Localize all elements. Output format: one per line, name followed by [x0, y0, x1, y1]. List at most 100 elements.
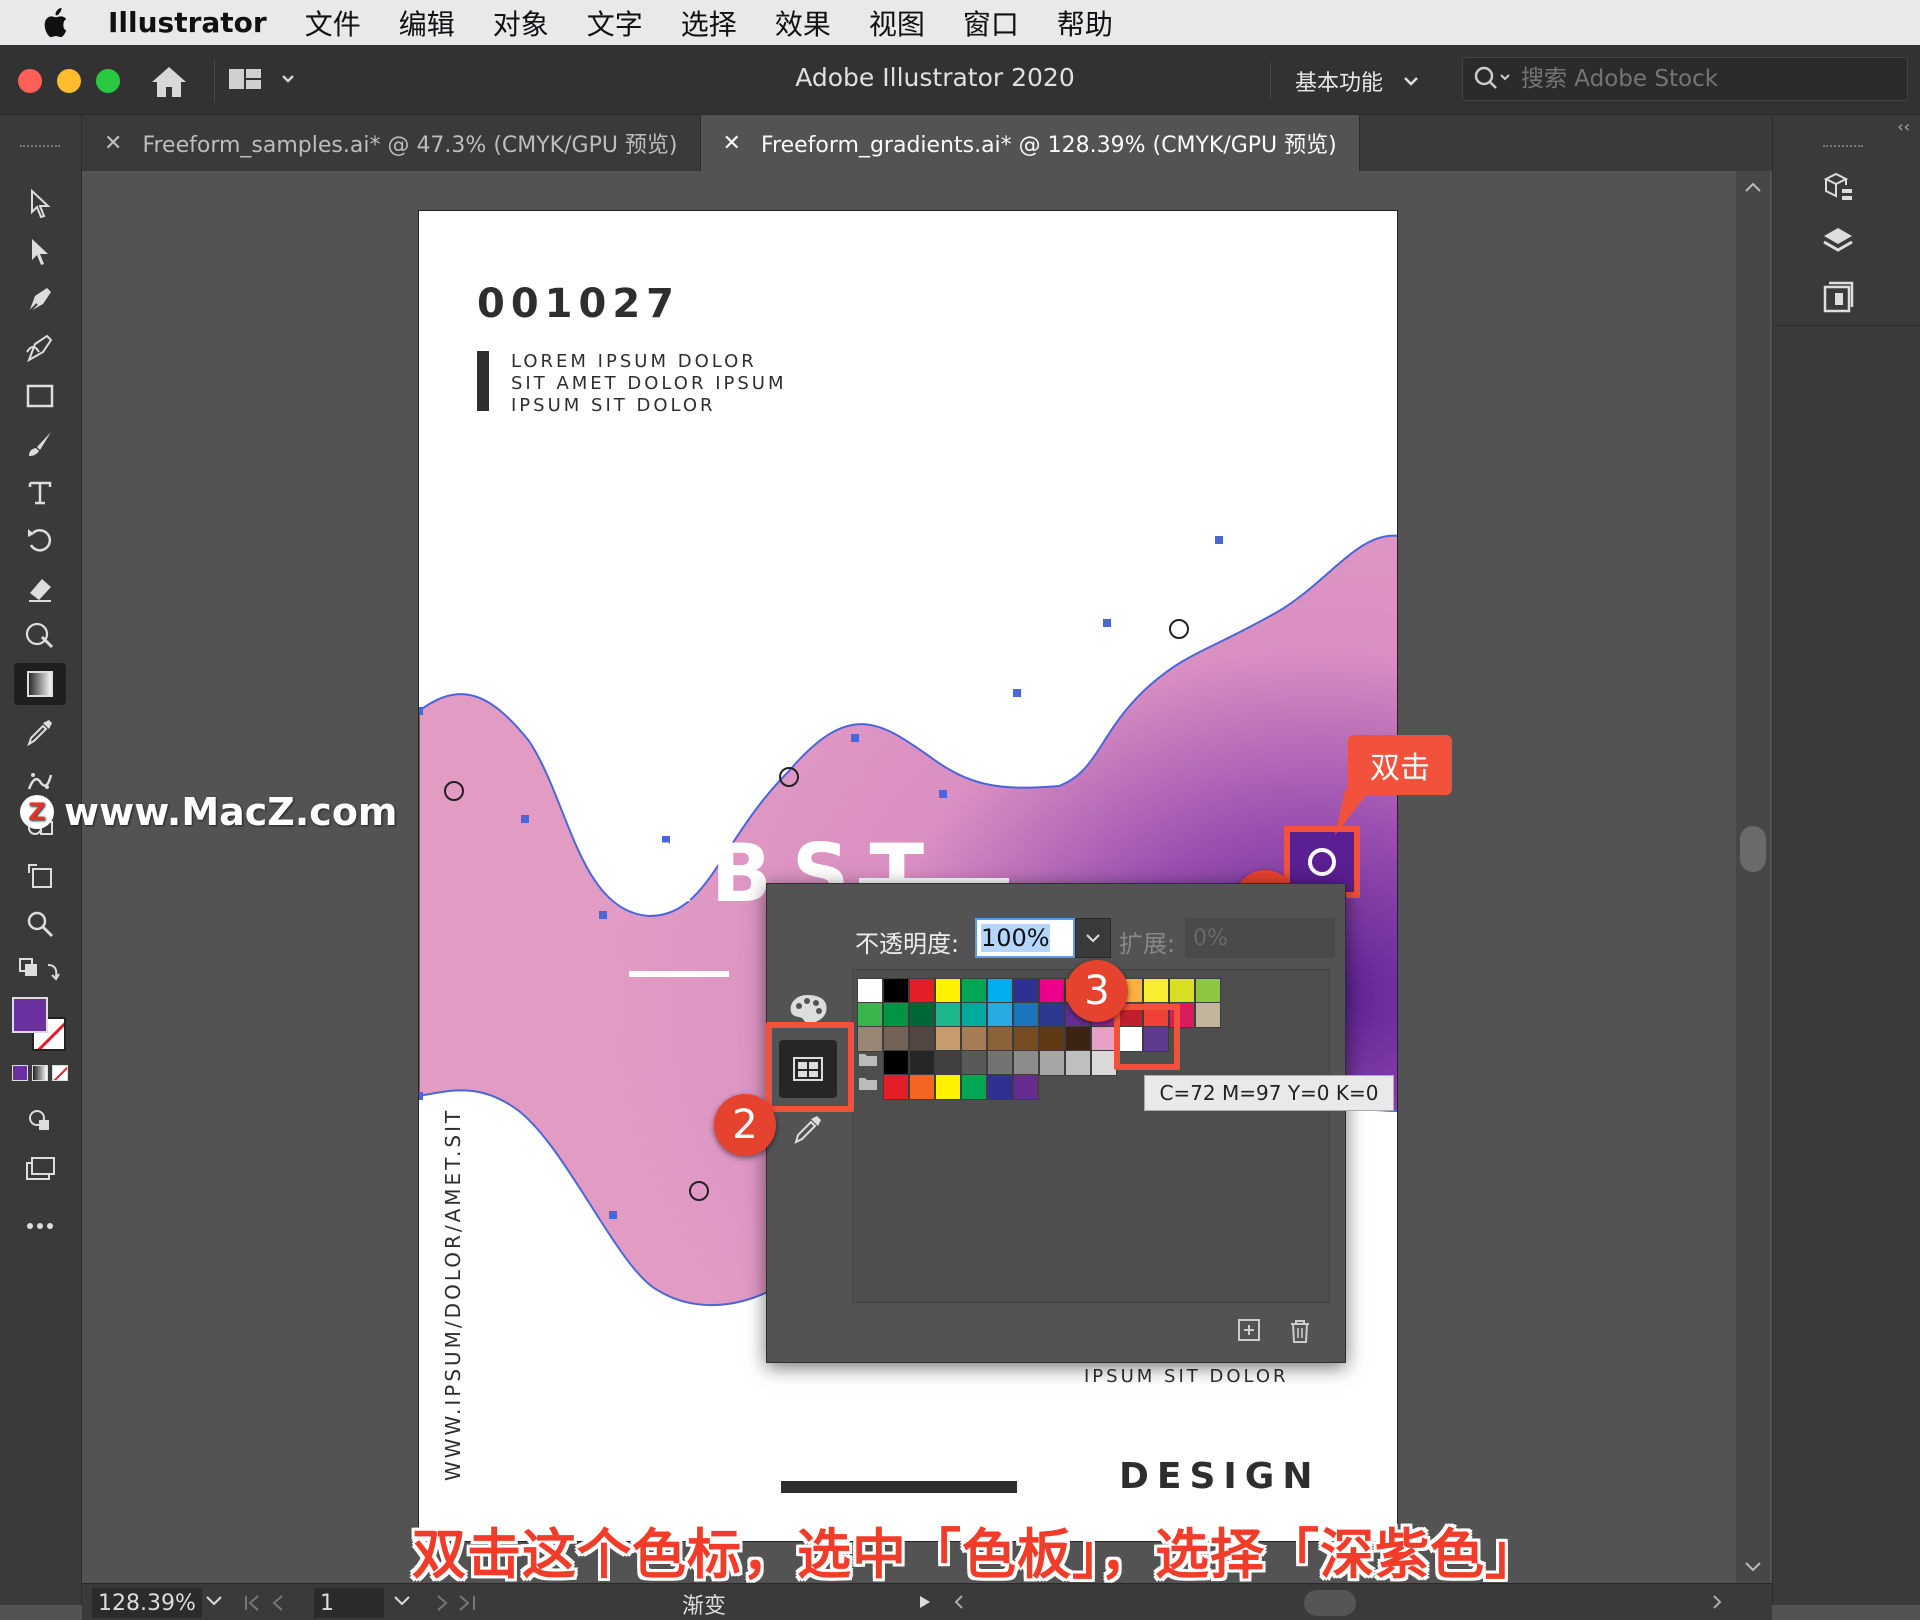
- menu-effect[interactable]: 效果: [775, 3, 831, 43]
- scroll-up-icon[interactable]: [1744, 181, 1762, 193]
- delete-swatch-icon[interactable]: [1285, 1316, 1315, 1346]
- color-swatch[interactable]: [857, 978, 883, 1004]
- color-swatch[interactable]: [883, 1026, 909, 1052]
- color-swatch[interactable]: [1065, 1026, 1091, 1052]
- color-swatch[interactable]: [1065, 1050, 1091, 1076]
- stock-search-box[interactable]: [1462, 57, 1908, 101]
- opacity-field[interactable]: 100%: [975, 918, 1075, 958]
- rotate-tool-icon[interactable]: [14, 519, 66, 561]
- selection-tool-icon[interactable]: [14, 183, 66, 225]
- scroll-right-icon[interactable]: [1710, 1594, 1724, 1610]
- color-swatch[interactable]: [909, 1050, 935, 1076]
- scroll-down-icon[interactable]: [1744, 1561, 1762, 1573]
- app-menu[interactable]: Illustrator: [108, 6, 267, 39]
- color-swatch[interactable]: [987, 1002, 1013, 1028]
- scroll-thumb[interactable]: [1740, 826, 1766, 872]
- gradient-tool-icon[interactable]: [14, 663, 66, 705]
- menu-edit[interactable]: 编辑: [399, 3, 455, 43]
- artboard-dropdown-icon[interactable]: [392, 1594, 412, 1608]
- color-swatch[interactable]: [1013, 1002, 1039, 1028]
- color-swatch[interactable]: [1195, 1002, 1221, 1028]
- direct-selection-tool-icon[interactable]: [14, 231, 66, 273]
- color-swatch[interactable]: [987, 1026, 1013, 1052]
- pen-tool-icon[interactable]: [14, 279, 66, 321]
- menu-window[interactable]: 窗口: [963, 3, 1019, 43]
- stock-search-input[interactable]: [1521, 66, 1901, 92]
- color-swatch[interactable]: [1013, 1074, 1039, 1100]
- first-prev-artboard-icon[interactable]: [242, 1594, 302, 1612]
- vertical-scrollbar[interactable]: [1736, 171, 1770, 1583]
- color-swatch[interactable]: [1039, 1002, 1065, 1028]
- scroll-left-icon[interactable]: [952, 1594, 966, 1610]
- color-swatch[interactable]: [961, 1050, 987, 1076]
- zoom-dropdown-icon[interactable]: [204, 1594, 224, 1608]
- close-tab-icon[interactable]: ✕: [723, 131, 741, 156]
- menu-type[interactable]: 文字: [587, 3, 643, 43]
- color-swatch[interactable]: [883, 1050, 909, 1076]
- color-swatch[interactable]: [857, 1002, 883, 1028]
- color-swatch[interactable]: [1013, 1050, 1039, 1076]
- color-swatch[interactable]: [909, 1074, 935, 1100]
- status-menu-icon[interactable]: [918, 1594, 932, 1610]
- color-swatch[interactable]: [987, 1050, 1013, 1076]
- fill-stroke-widget[interactable]: [10, 995, 72, 1057]
- menu-view[interactable]: 视图: [869, 3, 925, 43]
- none-mode-icon[interactable]: [52, 1065, 68, 1081]
- horizontal-scroll-thumb[interactable]: [1304, 1590, 1356, 1616]
- tab-freeform-samples[interactable]: ✕ Freeform_samples.ai* @ 47.3% (CMYK/GPU…: [82, 115, 701, 171]
- zoom-level-field[interactable]: 128.39%: [92, 1588, 202, 1618]
- shape-builder-tool-icon[interactable]: [14, 615, 66, 657]
- more-tools-icon[interactable]: [14, 1205, 66, 1247]
- tab-freeform-gradients[interactable]: ✕ Freeform_gradients.ai* @ 128.39% (CMYK…: [700, 115, 1360, 171]
- eraser-tool-icon[interactable]: [14, 567, 66, 609]
- color-swatch[interactable]: [909, 1026, 935, 1052]
- color-swatch[interactable]: [1039, 1026, 1065, 1052]
- color-swatch[interactable]: [1013, 978, 1039, 1004]
- workspace-switcher[interactable]: 基本功能: [1270, 63, 1419, 99]
- eyedropper-tool-icon[interactable]: [14, 711, 66, 753]
- color-swatch[interactable]: [961, 1074, 987, 1100]
- color-swatch[interactable]: [883, 1002, 909, 1028]
- color-swatch[interactable]: [987, 978, 1013, 1004]
- color-swatch[interactable]: [935, 1002, 961, 1028]
- color-swatch[interactable]: [883, 1074, 909, 1100]
- color-swatch[interactable]: [961, 978, 987, 1004]
- rectangle-tool-icon[interactable]: [14, 375, 66, 417]
- type-tool-icon[interactable]: [14, 471, 66, 513]
- color-swatch[interactable]: [857, 1026, 883, 1052]
- swap-colors-icon[interactable]: [14, 951, 66, 993]
- color-swatch[interactable]: [909, 1002, 935, 1028]
- color-swatch[interactable]: [1039, 1050, 1065, 1076]
- artboards-panel-icon[interactable]: [1813, 275, 1863, 319]
- color-swatch[interactable]: [935, 1026, 961, 1052]
- menu-object[interactable]: 对象: [493, 3, 549, 43]
- artboard-tool-icon[interactable]: [14, 855, 66, 897]
- spread-field[interactable]: 0%: [1185, 918, 1335, 958]
- swatch-folder-icon[interactable]: [857, 1074, 883, 1100]
- color-swatch[interactable]: [987, 1074, 1013, 1100]
- new-swatch-icon[interactable]: [1235, 1316, 1265, 1346]
- menu-help[interactable]: 帮助: [1057, 3, 1113, 43]
- color-swatch[interactable]: [935, 978, 961, 1004]
- screen-mode-icon[interactable]: [14, 1148, 66, 1190]
- color-mode-icon[interactable]: [12, 1065, 28, 1081]
- swatch-folder-icon[interactable]: [857, 1050, 883, 1076]
- color-swatch[interactable]: [1169, 978, 1195, 1004]
- opacity-dropdown[interactable]: [1075, 918, 1111, 958]
- color-swatch[interactable]: [1195, 978, 1221, 1004]
- color-swatch[interactable]: [935, 1074, 961, 1100]
- fill-color-swatch[interactable]: [12, 997, 48, 1033]
- menu-select[interactable]: 选择: [681, 3, 737, 43]
- artboard-number-field[interactable]: 1: [314, 1588, 384, 1618]
- apple-logo-icon[interactable]: [40, 7, 70, 39]
- paintbrush-tool-icon[interactable]: [14, 423, 66, 465]
- collapse-panels-icon[interactable]: ‹‹: [1897, 117, 1910, 136]
- color-swatch[interactable]: [1143, 978, 1169, 1004]
- gradient-mode-icon[interactable]: [32, 1065, 48, 1081]
- color-stop-icon[interactable]: [1304, 844, 1340, 880]
- color-swatch[interactable]: [883, 978, 909, 1004]
- draw-mode-icon[interactable]: [14, 1100, 66, 1142]
- next-last-artboard-icon[interactable]: [432, 1594, 482, 1612]
- color-swatch[interactable]: [961, 1002, 987, 1028]
- layers-panel-icon[interactable]: [1813, 220, 1863, 264]
